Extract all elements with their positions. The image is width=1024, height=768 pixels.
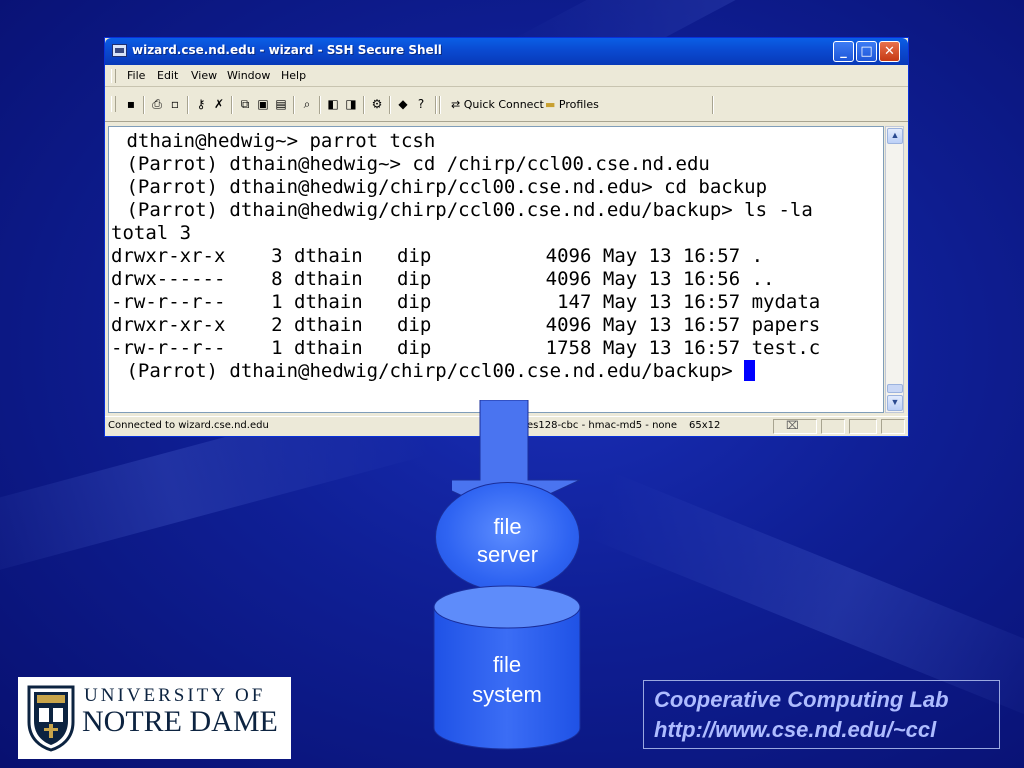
menu-edit[interactable]: Edit bbox=[157, 69, 178, 82]
settings-icon[interactable]: ⚙ bbox=[369, 97, 385, 112]
profiles-label: Profiles bbox=[558, 98, 599, 111]
minimize-button[interactable]: _ bbox=[833, 41, 854, 62]
file-system-label: file system bbox=[433, 650, 581, 710]
status-cell bbox=[849, 419, 877, 434]
toolbar-separator bbox=[389, 96, 391, 114]
window-title: wizard.cse.nd.edu - wizard - SSH Secure … bbox=[132, 43, 442, 57]
menu-bar: File Edit View Window Help bbox=[105, 66, 908, 87]
terminal-line: (Parrot) dthain@hedwig/chirp/ccl00.cse.n… bbox=[115, 199, 813, 221]
menu-view[interactable]: View bbox=[191, 69, 217, 82]
toolbar-separator bbox=[712, 96, 714, 114]
file-server-node: file server bbox=[435, 482, 580, 592]
file-server-label-line1: file bbox=[493, 514, 522, 539]
ssh-window[interactable]: wizard.cse.nd.edu - wizard - SSH Secure … bbox=[104, 37, 909, 437]
terminal-output[interactable]: dthain@hedwig~> parrot tcsh (Parrot) dth… bbox=[108, 126, 884, 413]
disconnect-icon[interactable]: ✗ bbox=[211, 97, 227, 112]
resize-grip-icon[interactable] bbox=[881, 419, 905, 434]
terminal-line: (Parrot) dthain@hedwig/chirp/ccl00.cse.n… bbox=[115, 176, 768, 198]
toolbar-separator bbox=[293, 96, 295, 114]
save-icon[interactable]: ▪ bbox=[123, 97, 139, 112]
ssh-terminal-icon bbox=[112, 44, 127, 57]
copy-icon[interactable]: ⧉ bbox=[237, 97, 253, 112]
status-cell bbox=[821, 419, 845, 434]
logo-university-of: UNIVERSITY OF bbox=[84, 685, 266, 706]
toolbar-separator bbox=[435, 96, 437, 114]
scroll-up-button[interactable]: ▲ bbox=[887, 128, 903, 144]
compression-icon: ⌧ bbox=[786, 420, 799, 432]
new-file-transfer-icon[interactable]: ◨ bbox=[343, 97, 359, 112]
menu-window[interactable]: Window bbox=[227, 69, 270, 82]
terminal-line: dthain@hedwig~> parrot tcsh bbox=[115, 130, 436, 152]
terminal-line: drwxr-xr-x 3 dthain dip 4096 May 13 16:5… bbox=[111, 245, 764, 267]
terminal-line: drwx------ 8 dthain dip 4096 May 13 16:5… bbox=[111, 268, 775, 290]
window-titlebar[interactable]: wizard.cse.nd.edu - wizard - SSH Secure … bbox=[105, 38, 908, 65]
notre-dame-logo: UNIVERSITY OF NOTRE DAME bbox=[18, 677, 291, 759]
find-icon[interactable]: ⌕ bbox=[299, 97, 315, 112]
menu-file[interactable]: File bbox=[127, 69, 145, 82]
scroll-thumb[interactable] bbox=[887, 384, 903, 393]
quick-connect-icon: ⇄ bbox=[451, 98, 464, 111]
lab-info-box: Cooperative Computing Lab http://www.cse… bbox=[643, 680, 1000, 749]
terminal-prompt-line: (Parrot) dthain@hedwig/chirp/ccl00.cse.n… bbox=[115, 360, 756, 383]
new-terminal-icon[interactable]: ◧ bbox=[325, 97, 341, 112]
key-icon[interactable]: ⚷ bbox=[193, 97, 209, 112]
quick-connect-button[interactable]: ⇄ Quick Connect bbox=[451, 96, 544, 114]
vertical-scrollbar[interactable]: ▲ ▼ bbox=[885, 126, 904, 413]
terminal-line: -rw-r--r-- 1 dthain dip 147 May 13 16:57… bbox=[111, 291, 821, 313]
terminal-line: -rw-r--r-- 1 dthain dip 1758 May 13 16:5… bbox=[111, 337, 821, 359]
toolbar-separator bbox=[231, 96, 233, 114]
help-topics-icon[interactable]: ◆ bbox=[395, 97, 411, 112]
menubar-grip[interactable] bbox=[111, 69, 116, 83]
toolbar-separator bbox=[319, 96, 321, 114]
lab-url[interactable]: http://www.cse.nd.edu/~ccl bbox=[654, 717, 936, 743]
quick-connect-label: Quick Connect bbox=[463, 98, 544, 111]
status-cell: ⌧ bbox=[773, 419, 817, 434]
toolbar-grip[interactable] bbox=[111, 96, 116, 112]
paste-icon[interactable]: ▣ bbox=[255, 97, 271, 112]
paste-alt-icon[interactable]: ▤ bbox=[273, 97, 289, 112]
toolbar-separator bbox=[143, 96, 145, 114]
logo-notre-dame: NOTRE DAME bbox=[82, 705, 278, 738]
file-system-label-line1: file bbox=[492, 652, 522, 677]
terminal-line: (Parrot) dthain@hedwig~> cd /chirp/ccl00… bbox=[115, 153, 710, 175]
connection-status: Connected to wizard.cse.nd.edu bbox=[108, 420, 269, 431]
profiles-button[interactable]: ▬ Profiles bbox=[545, 96, 599, 114]
toolbar-separator bbox=[363, 96, 365, 114]
close-button[interactable]: ✕ bbox=[879, 41, 900, 62]
notre-dame-shield-icon bbox=[27, 685, 75, 752]
toolbar-separator bbox=[439, 96, 441, 114]
file-server-label-line2: server bbox=[476, 542, 539, 567]
menu-help[interactable]: Help bbox=[281, 69, 306, 82]
maximize-button[interactable]: □ bbox=[856, 41, 877, 62]
toolbar-separator bbox=[187, 96, 189, 114]
terminal-line: total 3 bbox=[111, 222, 192, 244]
print-preview-icon[interactable]: ▫ bbox=[167, 97, 183, 112]
print-icon[interactable]: ⎙ bbox=[149, 97, 165, 112]
lab-name: Cooperative Computing Lab bbox=[654, 687, 949, 712]
terminal-line: drwxr-xr-x 2 dthain dip 4096 May 13 16:5… bbox=[111, 314, 821, 336]
terminal-cursor bbox=[744, 360, 756, 381]
terminal-size: 65x12 bbox=[689, 420, 721, 431]
file-system-label-line2: system bbox=[472, 682, 542, 707]
context-help-icon[interactable]: ? bbox=[413, 97, 429, 112]
scroll-down-button[interactable]: ▼ bbox=[887, 395, 903, 411]
toolbar: ▪ ⎙ ▫ ⚷ ✗ ⧉ ▣ ▤ ⌕ ◧ ◨ ⚙ ◆ ? ⇄ Quick Conn… bbox=[105, 87, 908, 122]
terminal-prompt: (Parrot) dthain@hedwig/chirp/ccl00.cse.n… bbox=[115, 360, 745, 382]
folder-icon: ▬ bbox=[545, 98, 559, 111]
